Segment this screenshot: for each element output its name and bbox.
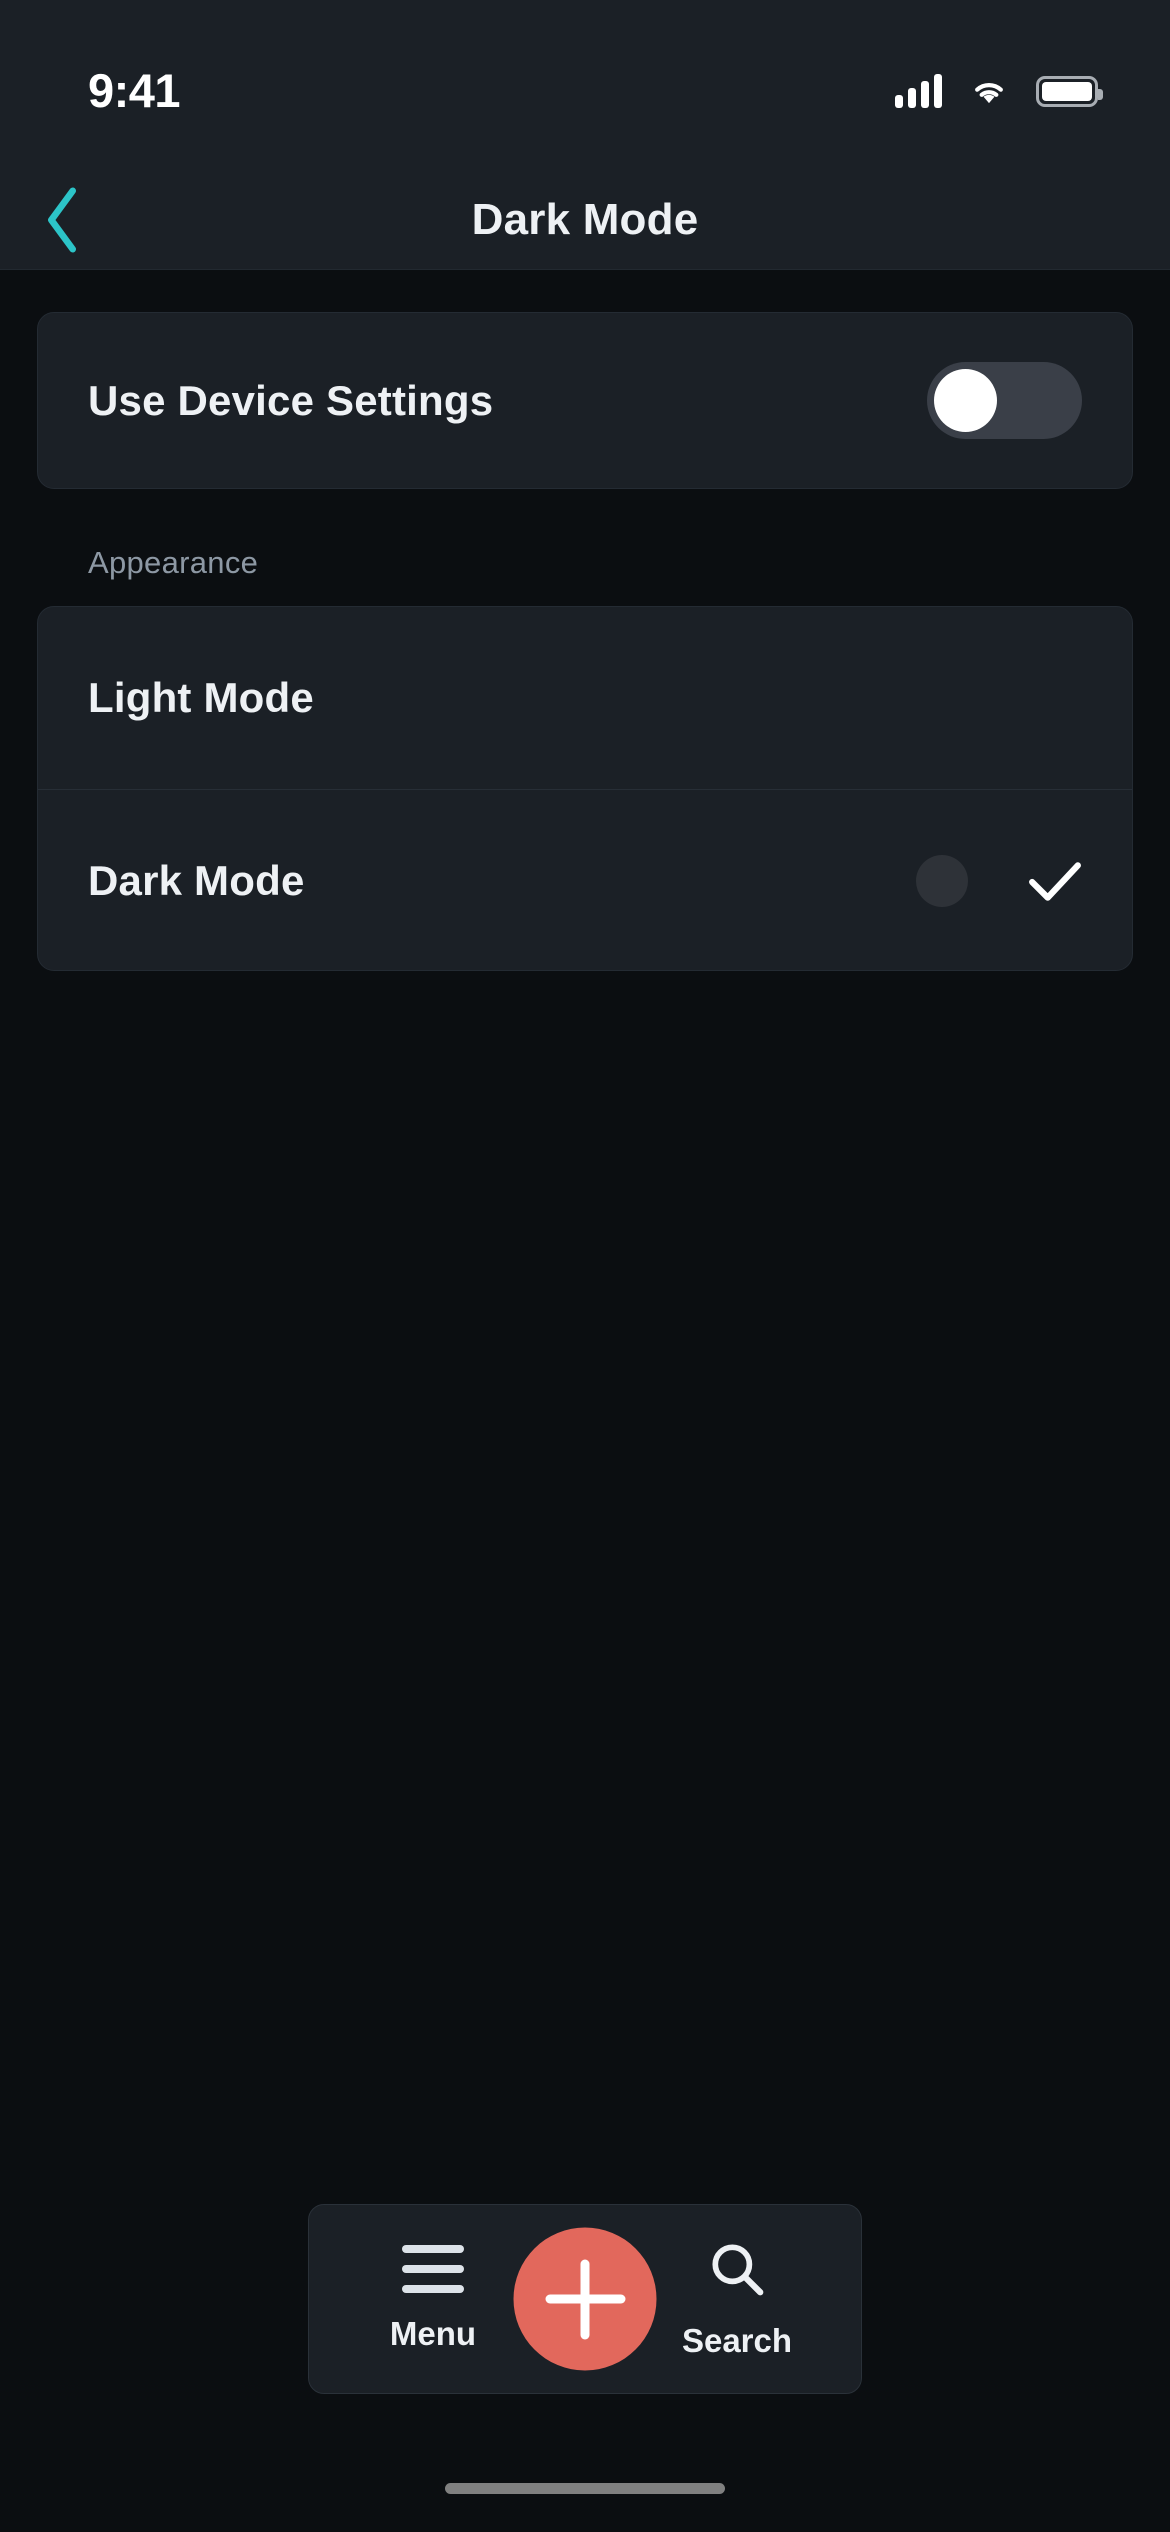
back-button[interactable]: [18, 175, 108, 265]
hamburger-menu-icon: [402, 2245, 464, 2293]
toggle-knob: [934, 369, 997, 432]
status-bar-time: 9:41: [88, 63, 181, 117]
use-device-settings-label: Use Device Settings: [88, 376, 494, 424]
home-indicator: [445, 2483, 725, 2494]
tab-search-label: Search: [681, 2322, 793, 2359]
use-device-settings-toggle[interactable]: [927, 362, 1082, 439]
phone-screen: 9:41 Dark Mode Use Device Settings Appea…: [0, 0, 1170, 2532]
tab-menu[interactable]: Menu: [363, 2245, 503, 2353]
search-icon: [712, 2244, 764, 2296]
settings-content: Use Device Settings Appearance Light Mod…: [0, 270, 1170, 2532]
checkmark-icon: [1029, 861, 1081, 901]
wifi-icon: [975, 83, 1003, 104]
color-swatch-icon: [916, 854, 968, 907]
list-item-label: Light Mode: [88, 674, 314, 721]
chevron-left-icon: [48, 187, 77, 252]
appearance-option-light-mode[interactable]: Light Mode: [38, 607, 1132, 789]
navigation-bar: Dark Mode: [0, 170, 1170, 270]
cellular-signal-icon: [895, 74, 942, 108]
battery-icon: [1036, 75, 1103, 107]
status-bar: 9:41: [0, 0, 1170, 170]
page-title: Dark Mode: [471, 194, 699, 244]
list-item-label: Dark Mode: [88, 856, 305, 904]
use-device-settings-row[interactable]: Use Device Settings: [38, 313, 1132, 488]
tab-menu-label: Menu: [389, 2315, 477, 2352]
dark-mode-indicators: [916, 854, 1082, 907]
add-button[interactable]: [513, 2227, 657, 2371]
appearance-card: Light Mode Dark Mode: [37, 606, 1133, 971]
status-bar-icons: [895, 74, 1103, 108]
use-device-settings-card: Use Device Settings: [37, 312, 1133, 489]
appearance-option-dark-mode[interactable]: Dark Mode: [38, 789, 1132, 971]
tab-search[interactable]: Search: [667, 2238, 807, 2360]
appearance-section-label: Appearance: [88, 545, 259, 580]
bottom-tab-bar: Menu Search: [308, 2204, 862, 2394]
